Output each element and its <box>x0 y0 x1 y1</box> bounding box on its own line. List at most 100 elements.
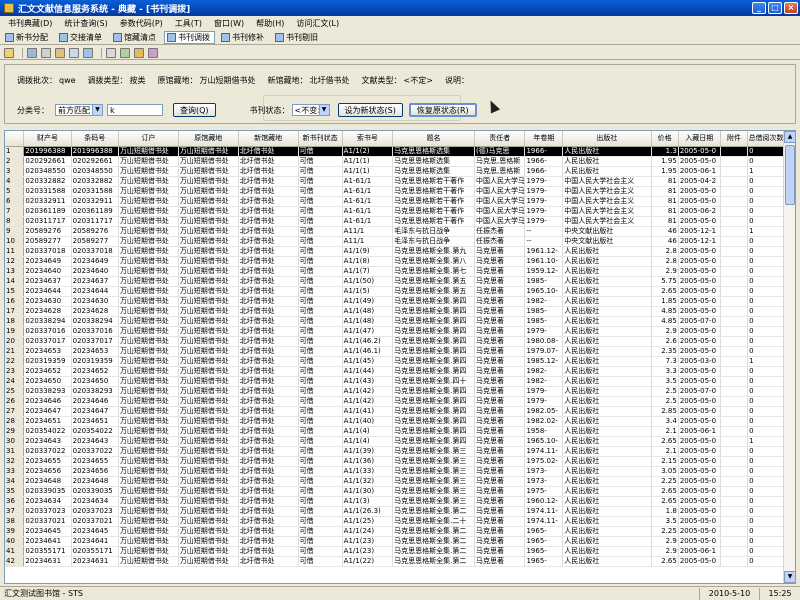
column-header[interactable]: 索书号 <box>342 131 394 147</box>
table-row[interactable]: 9 20589276 20589276 万山短期借书处 万山短期借书处 北圩借书处 可借 A1… <box>5 226 785 237</box>
column-header[interactable]: 出版社 <box>562 131 652 147</box>
table-cell: 马克思恩格斯全集.第八 <box>392 256 476 267</box>
table-row[interactable]: 39 20234645 20234645 万山短期借书处 万山短期借书处 北圩借书处 可借 A… <box>5 526 785 537</box>
table-row[interactable]: 36 20234634 20234634 万山短期借书处 万山短期借书处 北圩借书处 可借 A… <box>5 496 785 507</box>
table-row[interactable]: 24 20234650 20234650 万山短期借书处 万山短期借书处 北圩借书处 可借 A… <box>5 376 785 387</box>
table-row[interactable]: 21 20234653 20234653 万山短期借书处 万山短期借书处 北圩借书处 可借 A… <box>5 346 785 357</box>
table-row[interactable]: 29 020354022 020354022 万山短期借书处 万山短期借书处 北圩借书处可… <box>5 426 785 437</box>
preview-icon[interactable] <box>120 47 130 58</box>
menu-item-window[interactable]: 窗口(W) <box>208 18 250 29</box>
table-row[interactable]: 40 20234641 20234641 万山短期借书处 万山短期借书处 北圩借书处 可借 A… <box>5 536 785 547</box>
table-row[interactable]: 32 20234655 20234655 万山短期借书处 万山短期借书处 北圩借书处 可借 A… <box>5 456 785 467</box>
table-row[interactable]: 5 020331588 020331588 万山短期借书处 万山短期借书处 北圩借书处 可借… <box>5 186 785 197</box>
open-folder-icon[interactable] <box>4 47 14 58</box>
table-row[interactable]: 16 20234630 20234630 万山短期借书处 万山短期借书处 北圩借书处 可借 A… <box>5 296 785 307</box>
set-new-status-button[interactable]: 设为新状态(S) <box>337 103 403 117</box>
table-row[interactable]: 17 20234628 20234628 万山短期借书处 万山短期借书处 北圩借书处 可借 A… <box>5 306 785 317</box>
column-header[interactable]: 题名 <box>392 131 476 147</box>
column-header[interactable]: 新书刊状态 <box>298 131 343 147</box>
table-row[interactable]: 27 20234647 20234647 万山短期借书处 万山短期借书处 北圩借书处 可借 A… <box>5 406 785 417</box>
tab-book-repair[interactable]: 书刊修补 <box>218 31 269 44</box>
minimize-button[interactable]: _ <box>752 2 766 14</box>
print-icon[interactable] <box>106 47 116 58</box>
table-row[interactable]: 35 020339035 020339035 万山短期借书处 万山短期借书处 北圩借书处可… <box>5 486 785 497</box>
table-row[interactable]: 23 20234652 20234652 万山短期借书处 万山短期借书处 北圩借书处 可借 A… <box>5 366 785 377</box>
table-row[interactable]: 15 20234644 20234644 万山短期借书处 万山短期借书处 北圩借书处 可借 A… <box>5 286 785 297</box>
column-header[interactable]: 总借阅次数 <box>747 131 785 147</box>
table-row[interactable]: 13 20234640 20234640 万山短期借书处 万山短期借书处 北圩借书处 可借 A… <box>5 266 785 277</box>
column-header[interactable]: 入藏日期 <box>678 131 721 147</box>
table-cell: 可借 <box>298 346 343 357</box>
table-row[interactable]: 14 20234637 20234637 万山短期借书处 万山短期借书处 北圩借书处 可借 A… <box>5 276 785 287</box>
paste-icon[interactable] <box>55 47 65 58</box>
table-row[interactable]: 25 020338293 020338293 万山短期借书处 万山短期借书处 北圩借书处可… <box>5 386 785 397</box>
scroll-down-icon[interactable]: ▼ <box>784 571 795 583</box>
column-header[interactable]: 订户 <box>118 131 179 147</box>
maximize-button[interactable]: □ <box>768 2 782 14</box>
column-header[interactable]: 附件 <box>720 131 749 147</box>
table-row[interactable]: 20 020337017 020337017 万山短期借书处 万山短期借书处 北圩借书处可… <box>5 336 785 347</box>
find-icon[interactable] <box>69 47 79 58</box>
table-row[interactable]: 4 020332882 020332882 万山短期借书处 万山短期借书处 北圩借书处 可借… <box>5 176 785 187</box>
undo-icon[interactable] <box>83 47 93 58</box>
table-row[interactable]: 26 20234646 20234646 万山短期借书处 万山短期借书处 北圩借书处 可借 A… <box>5 396 785 407</box>
table-cell: A1/1(44) <box>342 366 394 377</box>
table-row[interactable]: 6 020332911 020332911 万山短期借书处 万山短期借书处 北圩借书处 可借… <box>5 196 785 207</box>
column-header[interactable]: 原馆藏地 <box>178 131 239 147</box>
column-header[interactable]: 新馆藏地 <box>238 131 299 147</box>
table-row[interactable]: 3 020348550 020348550 万山短期借书处 万山短期借书处 北圩借书处 可借… <box>5 166 785 177</box>
close-button[interactable]: × <box>784 2 798 14</box>
table-row[interactable]: 19 020337016 020337016 万山短期借书处 万山短期借书处 北圩借书处可… <box>5 326 785 337</box>
column-header[interactable]: 价格 <box>651 131 679 147</box>
table-row[interactable]: 22 020319359 020319359 万山短期借书处 万山短期借书处 北圩借书处可… <box>5 356 785 367</box>
tab-handover-list[interactable]: 交接清单 <box>56 31 107 44</box>
tab-book-transfer[interactable]: 书刊调拨 <box>164 30 215 44</box>
match-mode-select[interactable]: 前方匹配 ▼ <box>55 104 103 116</box>
tab-new-book-allocation[interactable]: 新书分配 <box>2 31 53 44</box>
export-icon[interactable] <box>134 47 144 58</box>
column-header[interactable]: 条码号 <box>71 131 119 147</box>
cut-icon[interactable] <box>27 47 37 58</box>
vertical-scrollbar[interactable]: ▲ ▼ <box>783 131 795 583</box>
query-button[interactable]: 查询(Q) <box>173 103 216 117</box>
menu-item-help[interactable]: 帮助(H) <box>250 18 290 29</box>
table-row[interactable]: 33 20234656 20234656 万山短期借书处 万山短期借书处 北圩借书处 可借 A… <box>5 466 785 477</box>
class-number-input[interactable]: k <box>107 104 163 116</box>
table-row[interactable]: 1 201996388 201996388 万山短期借书处 万山短期借书处 北圩借书处 可借… <box>5 146 785 157</box>
table-row[interactable]: 41 020355171 020355171 万山短期借书处 万山短期借书处 北圩借书处可… <box>5 546 785 557</box>
table-row[interactable]: 31 020337022 020337022 万山短期借书处 万山短期借书处 北圩借书处可… <box>5 446 785 457</box>
column-header[interactable] <box>5 131 25 147</box>
table-row[interactable]: 37 020337023 020337023 万山短期借书处 万山短期借书处 北圩借书处可… <box>5 506 785 517</box>
settings-icon[interactable] <box>148 47 158 58</box>
table-cell: 可借 <box>298 226 343 237</box>
scroll-thumb[interactable] <box>785 145 795 205</box>
scroll-up-icon[interactable]: ▲ <box>784 131 795 143</box>
table-cell: 20234630 <box>23 296 72 307</box>
table-row[interactable]: 28 20234651 20234651 万山短期借书处 万山短期借书处 北圩借书处 可借 A… <box>5 416 785 427</box>
table-row[interactable]: 11 020337018 020337018 万山短期借书处 万山短期借书处 北圩借书处可… <box>5 246 785 257</box>
table-row[interactable]: 42 20234631 20234631 万山短期借书处 万山短期借书处 北圩借书处 可借 A… <box>5 556 785 567</box>
tab-book-weeding[interactable]: 书刊剔旧 <box>272 31 323 44</box>
table-row[interactable]: 8 020311717 020311717 万山短期借书处 万山短期借书处 北圩借书处 可借… <box>5 216 785 227</box>
table-row[interactable]: 12 20234649 20234649 万山短期借书处 万山短期借书处 北圩借书处 可借 A… <box>5 256 785 267</box>
table-row[interactable]: 34 20234648 20234648 万山短期借书处 万山短期借书处 北圩借书处 可借 A… <box>5 476 785 487</box>
restore-status-button[interactable]: 恢复原状态(R) <box>408 103 477 117</box>
menu-item-tools[interactable]: 工具(T) <box>169 18 208 29</box>
table-row[interactable]: 30 20234643 20234643 万山短期借书处 万山短期借书处 北圩借书处 可借 A… <box>5 436 785 447</box>
menu-item-visit[interactable]: 访问汇文(L) <box>290 18 345 29</box>
copy-icon[interactable] <box>41 47 51 58</box>
transfer-grid[interactable]: 财产号 条码号 订户 原馆藏地 新馆藏地 新书刊状态 索书号 题名 责任者 年卷期 出版社 价格 入藏日… <box>4 130 796 584</box>
column-header[interactable]: 财产号 <box>23 131 72 147</box>
status-select[interactable]: <不变> ▼ <box>291 104 330 116</box>
column-header[interactable]: 年卷期 <box>524 131 564 147</box>
column-header[interactable]: 责任者 <box>474 131 526 147</box>
table-row[interactable]: 2 020292661 020292661 万山短期借书处 万山短期借书处 北圩借书处 可借… <box>5 156 785 167</box>
table-row[interactable]: 38 020337021 020337021 万山短期借书处 万山短期借书处 北圩借书处可… <box>5 516 785 527</box>
menu-item-parameters[interactable]: 参数代码(P) <box>114 18 169 29</box>
tab-inventory-check[interactable]: 馆藏清点 <box>110 31 161 44</box>
menu-item-statistics[interactable]: 统计查询(S) <box>58 18 113 29</box>
table-row[interactable]: 7 020361189 020361189 万山短期借书处 万山短期借书处 北圩借书处 可借… <box>5 206 785 217</box>
table-row[interactable]: 18 020338294 020338294 万山短期借书处 万山短期借书处 北圩借书处可… <box>5 316 785 327</box>
table-row[interactable]: 10 20589277 20589277 万山短期借书处 万山短期借书处 北圩借书处 可借 A… <box>5 236 785 247</box>
menu-item-collection[interactable]: 书刊典藏(D) <box>2 18 58 29</box>
